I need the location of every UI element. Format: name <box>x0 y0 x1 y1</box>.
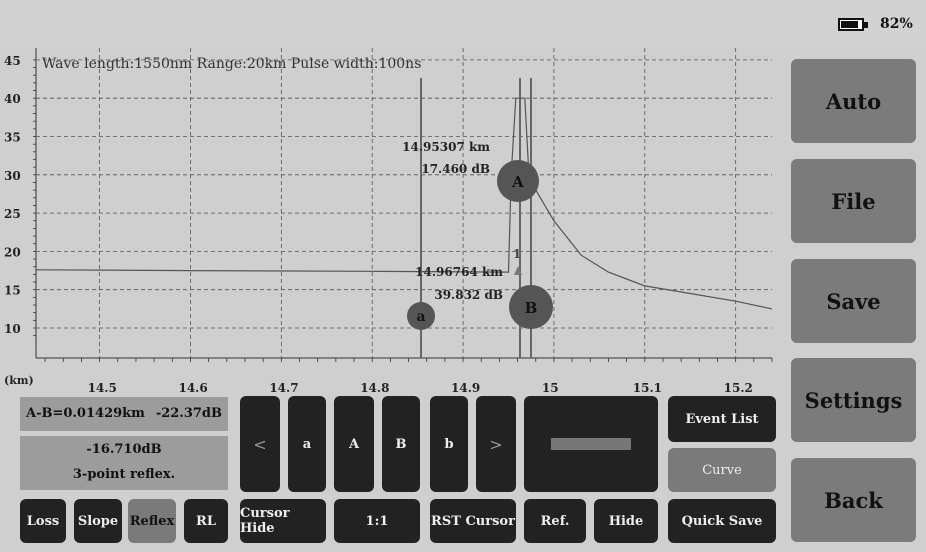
cursor-A-button[interactable]: A <box>334 396 374 492</box>
save-button[interactable]: Save <box>791 259 916 343</box>
otdr-trace-plot[interactable]: 4540353025201510 14.5 14.6 14.7 14.8 14.9 15 1… <box>0 48 790 440</box>
cursor-A-loss: 17.460 dB <box>421 162 490 176</box>
quick-save-button[interactable]: Quick Save <box>668 499 776 543</box>
event-loss-value: -16.710dB <box>86 442 162 457</box>
y-tick-label: 20 <box>4 245 21 259</box>
auto-button[interactable]: Auto <box>791 59 916 143</box>
ab-distance: A-B=0.01429km <box>26 406 145 421</box>
cursor-a-button[interactable]: a <box>288 396 326 492</box>
y-tick-label: 15 <box>4 284 21 298</box>
x-unit-label: (km) <box>4 374 34 387</box>
cursor-B-label: B <box>525 299 538 317</box>
rst-cursor-button[interactable]: RST Cursor <box>430 499 516 543</box>
cursor-B-distance: 14.96764 km <box>415 265 503 279</box>
x-tick-label: 14.8 <box>360 381 389 395</box>
settings-button[interactable]: Settings <box>791 358 916 442</box>
x-tick-label: 14.5 <box>88 381 117 395</box>
cursor-next-button[interactable]: > <box>476 396 516 492</box>
event-measurement: -16.710dB 3-point reflex. <box>20 436 228 490</box>
x-tick-label: 15 <box>542 381 559 395</box>
y-tick-label: 10 <box>4 322 21 336</box>
trace-line <box>35 97 773 310</box>
y-tick-label: 30 <box>4 169 21 183</box>
ratio-button[interactable]: 1:1 <box>334 499 420 543</box>
cursor-B-button[interactable]: B <box>382 396 420 492</box>
zoom-slider-icon <box>551 438 631 450</box>
ab-loss: -22.37dB <box>155 406 222 421</box>
slope-button[interactable]: Slope <box>74 499 122 543</box>
battery-percent: 82% <box>880 16 913 32</box>
reflex-button[interactable]: Reflex <box>128 499 176 543</box>
x-tick-label: 15.1 <box>633 381 662 395</box>
event-marker-number: 1 <box>513 247 521 261</box>
rl-button[interactable]: RL <box>184 499 228 543</box>
cursor-prev-button[interactable]: < <box>240 396 280 492</box>
battery-icon <box>838 18 868 31</box>
ab-measurement: A-B=0.01429km -22.37dB <box>20 397 228 431</box>
cursor-B-loss: 39.832 dB <box>434 288 503 302</box>
event-method: 3-point reflex. <box>72 467 176 482</box>
cursor-hide-button[interactable]: Cursor Hide <box>240 499 326 543</box>
cursor-b-button[interactable]: b <box>430 396 468 492</box>
status-bar <box>0 0 926 48</box>
y-tick-label: 25 <box>4 207 21 221</box>
curve-button[interactable]: Curve <box>668 448 776 492</box>
back-button[interactable]: Back <box>791 458 916 542</box>
y-tick-label: 35 <box>4 131 21 145</box>
x-tick-label: 14.7 <box>269 381 298 395</box>
plot-grid <box>35 48 772 359</box>
hide-button[interactable]: Hide <box>594 499 658 543</box>
cursor-A-distance: 14.95307 km <box>402 140 490 154</box>
trace-header: Wave length:1550nm Range:20km Pulse widt… <box>42 56 421 72</box>
x-tick-label: 15.2 <box>724 381 753 395</box>
loss-button[interactable]: Loss <box>20 499 66 543</box>
ref-button[interactable]: Ref. <box>524 499 586 543</box>
cursor-A-label: A <box>511 173 524 191</box>
y-tick-label: 40 <box>4 92 21 106</box>
x-tick-label: 14.6 <box>178 381 207 395</box>
x-tick-label: 14.9 <box>451 381 480 395</box>
file-button[interactable]: File <box>791 159 916 243</box>
event-list-button[interactable]: Event List <box>668 396 776 442</box>
y-tick-label: 45 <box>4 54 21 68</box>
x-axis-ticks: 14.5 14.6 14.7 14.8 14.9 15 15.1 15.2 (km) <box>4 358 773 395</box>
zoom-control[interactable] <box>524 396 658 492</box>
cursor-a-label: a <box>416 309 425 325</box>
y-axis-ticks: 45 40 35 30 25 20 15 10 <box>4 54 36 337</box>
